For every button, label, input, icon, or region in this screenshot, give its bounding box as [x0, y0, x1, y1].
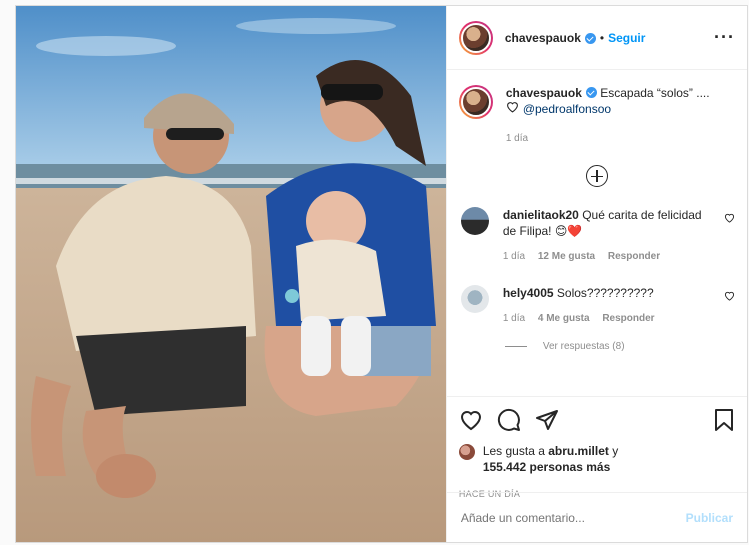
- comment-time[interactable]: 1 día: [503, 251, 525, 262]
- comment-username[interactable]: danielitaok20: [503, 208, 579, 222]
- post-actions: Les gusta a abru.millet y 155.442 person…: [446, 396, 747, 499]
- comment-item: danielitaok20 Qué carita de felicidad de…: [459, 207, 735, 265]
- likes-count[interactable]: 155.442 personas más: [483, 460, 610, 474]
- post-caption: chavespauok Escapada “solos” .... @pedro…: [458, 85, 735, 147]
- follow-button[interactable]: Seguir: [608, 31, 645, 45]
- load-more-comments-icon[interactable]: [585, 165, 608, 187]
- caption-time[interactable]: 1 día: [506, 131, 710, 147]
- likes-connector: y: [612, 444, 619, 458]
- replies-divider: [504, 346, 527, 347]
- comment-meta: 1 día 12 Me gusta Responder: [503, 249, 713, 265]
- separator-dot: •: [599, 30, 605, 45]
- likes-summary: Les gusta a abru.millet y 155.442 person…: [458, 443, 735, 475]
- comment-bubble-icon[interactable]: [497, 408, 521, 432]
- author-avatar-image: [460, 22, 491, 53]
- view-replies-button[interactable]: Ver respuestas (8): [504, 341, 735, 352]
- save-bookmark-icon[interactable]: [713, 408, 735, 432]
- reply-button[interactable]: Responder: [608, 251, 660, 262]
- reply-button[interactable]: Responder: [602, 313, 654, 324]
- share-paper-plane-icon[interactable]: [535, 408, 559, 432]
- comment-item: hely4005 Solos?????????? 1 día 4 Me gust…: [459, 285, 735, 327]
- comment-meta: 1 día 4 Me gusta Responder: [503, 311, 713, 327]
- comment-avatar[interactable]: [460, 207, 489, 235]
- caption-body: chavespauok Escapada “solos” .... @pedro…: [506, 85, 710, 147]
- publish-button[interactable]: Publicar: [686, 511, 733, 525]
- view-replies-label: Ver respuestas (8): [542, 341, 625, 352]
- comment-body: hely4005 Solos?????????? 1 día 4 Me gust…: [503, 285, 713, 327]
- comment-username[interactable]: hely4005: [503, 286, 554, 300]
- caption-mention-link[interactable]: @pedroalfonsoo: [523, 102, 611, 116]
- comment-likes[interactable]: 12 Me gusta: [538, 251, 595, 262]
- more-options-icon[interactable]: ···: [714, 27, 735, 48]
- comment-text: Solos??????????: [556, 286, 654, 300]
- liker-username[interactable]: abru.millet: [548, 444, 609, 458]
- comment-time[interactable]: 1 día: [503, 313, 525, 324]
- liker-avatar[interactable]: [458, 444, 475, 460]
- comment-avatar[interactable]: [460, 285, 489, 313]
- add-comment-input[interactable]: [460, 510, 686, 525]
- caption-username[interactable]: chavespauok: [506, 86, 582, 100]
- caption-avatar-image: [460, 87, 491, 117]
- likes-prefix: Les gusta a: [482, 444, 545, 458]
- likes-text: Les gusta a abru.millet y 155.442 person…: [483, 443, 618, 475]
- post-header: chavespauok • Seguir ···: [446, 6, 747, 70]
- comments-section[interactable]: chavespauok Escapada “solos” .... @pedro…: [447, 71, 747, 389]
- verified-badge-icon: [584, 33, 596, 44]
- heart-outline-icon: [506, 102, 518, 113]
- add-comment-bar: Publicar: [446, 492, 747, 542]
- author-username[interactable]: chavespauok: [505, 31, 581, 45]
- post-card: chavespauok • Seguir ··· chavespauok Esc…: [15, 5, 748, 543]
- comment-body: danielitaok20 Qué carita de felicidad de…: [503, 207, 713, 265]
- post-photo[interactable]: [16, 6, 446, 542]
- caption-text: Escapada “solos” ....: [600, 86, 710, 100]
- like-heart-icon[interactable]: [459, 409, 483, 431]
- verified-badge-icon: [585, 87, 597, 98]
- caption-avatar[interactable]: [458, 85, 493, 119]
- like-comment-heart-icon[interactable]: [724, 213, 735, 223]
- author-avatar[interactable]: [458, 20, 493, 55]
- post-sidebar: chavespauok • Seguir ··· chavespauok Esc…: [445, 6, 747, 542]
- action-icons: [459, 397, 735, 443]
- comment-likes[interactable]: 4 Me gusta: [538, 313, 590, 324]
- beach-photo-image: [16, 6, 446, 542]
- like-comment-heart-icon[interactable]: [724, 291, 735, 301]
